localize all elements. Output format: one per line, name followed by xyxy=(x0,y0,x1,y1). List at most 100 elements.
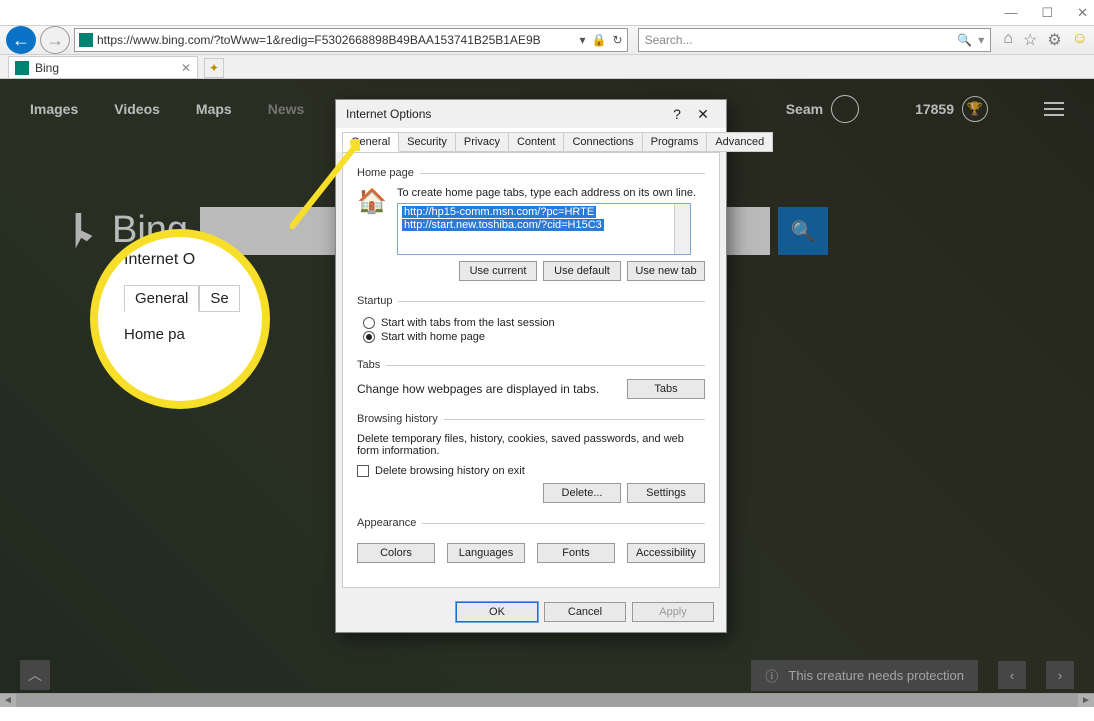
radio-home-page-label: Start with home page xyxy=(381,331,485,343)
new-tab-button[interactable]: ✦ xyxy=(204,58,224,78)
homepage-line-2: http://start.new.toshiba.com/?cid=H15C3 xyxy=(402,219,604,231)
zoom-callout: Internet O General Se Home pa xyxy=(90,229,270,409)
window-maximize[interactable]: ☐ xyxy=(1041,5,1053,21)
trophy-icon: 🏆 xyxy=(962,96,988,122)
dialog-footer: OK Cancel Apply xyxy=(336,594,726,632)
address-bar[interactable]: https://www.bing.com/?toWww=1&redig=F530… xyxy=(74,28,628,52)
homepage-textarea[interactable]: http://hp15-comm.msn.com/?pc=HRTE http:/… xyxy=(397,203,691,255)
section-history: Browsing history Delete temporary files,… xyxy=(357,413,705,513)
tab-privacy[interactable]: Privacy xyxy=(455,132,509,152)
tab-security[interactable]: Security xyxy=(398,132,456,152)
bing-nav-news[interactable]: News xyxy=(268,101,305,117)
bing-logo-mark xyxy=(70,213,98,249)
hamburger-icon[interactable] xyxy=(1044,102,1064,116)
search-glass-icon[interactable]: 🔍 xyxy=(957,33,972,47)
homepage-instruction: To create home page tabs, type each addr… xyxy=(397,187,705,199)
startup-legend: Startup xyxy=(357,295,398,307)
bing-user[interactable]: Seam xyxy=(786,95,859,123)
address-url: https://www.bing.com/?toWww=1&redig=F530… xyxy=(97,33,576,47)
prev-image-button[interactable]: ‹ xyxy=(998,661,1026,689)
bing-nav-videos[interactable]: Videos xyxy=(114,101,160,117)
bing-rewards[interactable]: 17859 🏆 xyxy=(915,96,988,122)
history-text: Delete temporary files, history, cookies… xyxy=(357,433,705,457)
refresh-icon[interactable]: ↻ xyxy=(613,33,623,47)
languages-button[interactable]: Languages xyxy=(447,543,525,563)
use-new-tab-button[interactable]: Use new tab xyxy=(627,261,705,281)
home-icon: 🏠 xyxy=(357,187,389,219)
radio-last-session[interactable]: Start with tabs from the last session xyxy=(363,317,705,329)
dialog-tabs: General Security Privacy Content Connect… xyxy=(336,128,726,152)
dialog-help-icon[interactable]: ? xyxy=(664,106,690,122)
tab-connections[interactable]: Connections xyxy=(563,132,642,152)
delete-button[interactable]: Delete... xyxy=(543,483,621,503)
dialog-titlebar: Internet Options ? ✕ xyxy=(336,100,726,128)
bing-points: 17859 xyxy=(915,101,954,117)
tab-content[interactable]: Content xyxy=(508,132,565,152)
bing-nav-images[interactable]: Images xyxy=(30,101,78,117)
search-placeholder: Search... xyxy=(645,33,952,47)
browser-tab[interactable]: Bing ✕ xyxy=(8,56,198,78)
checkbox-label: Delete browsing history on exit xyxy=(375,465,525,477)
dialog-close-icon[interactable]: ✕ xyxy=(690,106,716,123)
radio-home-page[interactable]: Start with home page xyxy=(363,331,705,343)
dialog-body: Home page 🏠 To create home page tabs, ty… xyxy=(342,152,720,588)
homepage-line-1: http://hp15-comm.msn.com/?pc=HRTE xyxy=(402,206,596,218)
window-close[interactable]: ✕ xyxy=(1077,5,1088,21)
tabs-button[interactable]: Tabs xyxy=(627,379,705,399)
tabs-text: Change how webpages are displayed in tab… xyxy=(357,382,599,396)
window-minimize[interactable]: — xyxy=(1004,5,1017,20)
tabs-legend: Tabs xyxy=(357,359,386,371)
tab-general[interactable]: General xyxy=(342,132,399,152)
accessibility-button[interactable]: Accessibility xyxy=(627,543,705,563)
bing-user-name: Seam xyxy=(786,101,823,117)
history-legend: Browsing history xyxy=(357,413,444,425)
tab-close-icon[interactable]: ✕ xyxy=(181,61,191,75)
home-icon[interactable]: ⌂ xyxy=(1003,30,1013,50)
checkbox-delete-on-exit[interactable]: Delete browsing history on exit xyxy=(357,465,705,477)
radio-icon-checked xyxy=(363,331,375,343)
avatar-icon xyxy=(831,95,859,123)
use-current-button[interactable]: Use current xyxy=(459,261,537,281)
section-startup: Startup Start with tabs from the last se… xyxy=(357,295,705,355)
checkbox-icon xyxy=(357,465,369,477)
ie-toolbar-icons: ⌂ ☆ ⚙ ☺ xyxy=(1003,30,1088,50)
info-icon: ⓘ xyxy=(765,666,778,685)
site-favicon xyxy=(79,33,93,47)
address-dropdown-icon[interactable]: ▾ xyxy=(580,33,586,47)
next-image-button[interactable]: › xyxy=(1046,661,1074,689)
homepage-legend: Home page xyxy=(357,167,420,179)
ie-toolbar: ← → https://www.bing.com/?toWww=1&redig=… xyxy=(0,25,1094,55)
back-button[interactable]: ← xyxy=(6,26,36,54)
tab-advanced[interactable]: Advanced xyxy=(706,132,773,152)
cancel-button[interactable]: Cancel xyxy=(544,602,626,622)
apply-button[interactable]: Apply xyxy=(632,602,714,622)
forward-button[interactable]: → xyxy=(40,26,70,54)
use-default-button[interactable]: Use default xyxy=(543,261,621,281)
scroll-thumb[interactable] xyxy=(16,694,1078,707)
bing-nav-maps[interactable]: Maps xyxy=(196,101,232,117)
colors-button[interactable]: Colors xyxy=(357,543,435,563)
appearance-legend: Appearance xyxy=(357,517,422,529)
tools-icon[interactable]: ⚙ xyxy=(1047,30,1061,50)
scroll-left-icon[interactable]: ◄ xyxy=(0,694,16,707)
bing-search-button[interactable]: 🔍 xyxy=(778,207,828,255)
zoom-title: Internet O xyxy=(124,251,262,269)
settings-button[interactable]: Settings xyxy=(627,483,705,503)
feedback-icon[interactable]: ☺ xyxy=(1072,30,1088,50)
radio-last-session-label: Start with tabs from the last session xyxy=(381,317,555,329)
textarea-scrollbar[interactable] xyxy=(674,204,690,254)
scroll-right-icon[interactable]: ► xyxy=(1078,694,1094,707)
lock-icon: 🔒 xyxy=(592,33,607,47)
internet-options-dialog: Internet Options ? ✕ General Security Pr… xyxy=(335,99,727,633)
tab-strip: Bing ✕ ✦ xyxy=(0,55,1094,79)
tab-programs[interactable]: Programs xyxy=(642,132,708,152)
image-info[interactable]: ⓘ This creature needs protection xyxy=(751,660,978,691)
favorites-icon[interactable]: ☆ xyxy=(1023,30,1037,50)
ok-button[interactable]: OK xyxy=(456,602,538,622)
horizontal-scrollbar[interactable]: ◄ ► xyxy=(0,693,1094,707)
search-box[interactable]: Search... 🔍 ▾ xyxy=(638,28,992,52)
fonts-button[interactable]: Fonts xyxy=(537,543,615,563)
section-homepage: Home page 🏠 To create home page tabs, ty… xyxy=(357,167,705,291)
search-dropdown-icon[interactable]: ▾ xyxy=(978,33,984,47)
chevron-up-icon[interactable]: ︿ xyxy=(20,660,50,690)
